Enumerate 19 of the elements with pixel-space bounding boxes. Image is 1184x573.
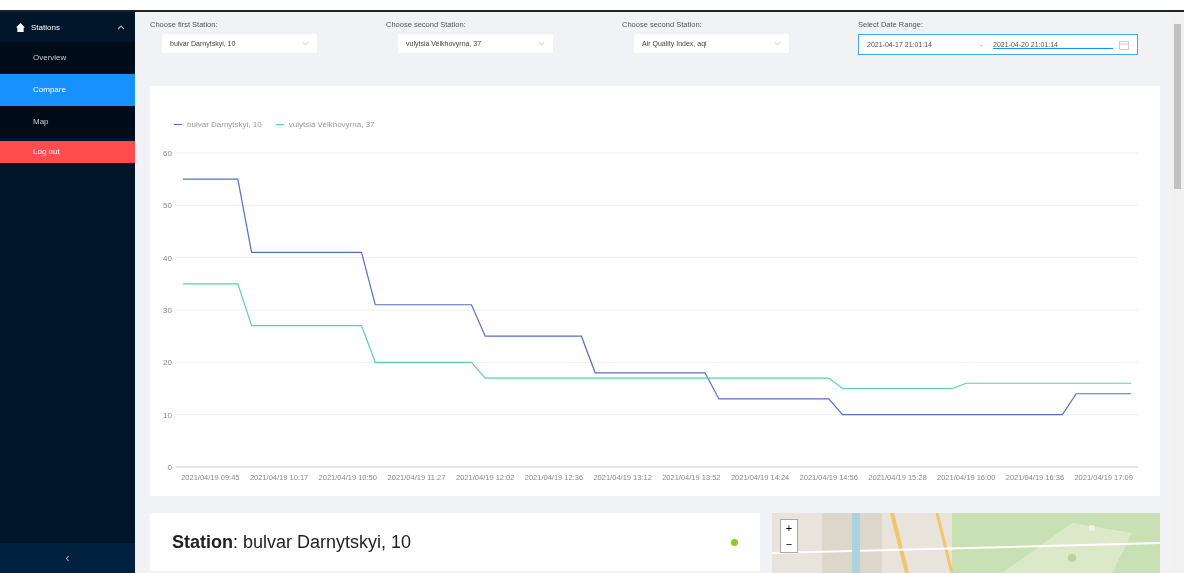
chevron-down-icon bbox=[302, 41, 309, 46]
chevron-down-icon bbox=[538, 41, 545, 46]
axis-tick-label: 40 bbox=[163, 253, 172, 263]
axis-tick-label: 20 bbox=[163, 358, 172, 368]
home-icon bbox=[16, 22, 25, 32]
chevron-down-icon bbox=[774, 41, 781, 46]
menu-item[interactable]: Map bbox=[0, 106, 135, 138]
axis-tick-label: 0 bbox=[167, 463, 172, 472]
axis-tick-label: 50 bbox=[163, 201, 172, 211]
scrollbar[interactable] bbox=[1170, 12, 1184, 573]
axis-tick-label: 60 bbox=[163, 149, 172, 158]
menu-item[interactable]: Overview bbox=[0, 42, 135, 74]
scrollbar-thumb[interactable] bbox=[1173, 24, 1181, 189]
axis-tick-label: 10 bbox=[163, 410, 172, 420]
collapse-button[interactable]: ‹ bbox=[0, 543, 135, 573]
axis-tick-label: 30 bbox=[163, 306, 172, 315]
caret-icon bbox=[117, 24, 125, 30]
calendar-icon bbox=[1119, 39, 1129, 50]
station-title: Station: bulvar Darnytskyi, 10 bbox=[172, 531, 412, 553]
